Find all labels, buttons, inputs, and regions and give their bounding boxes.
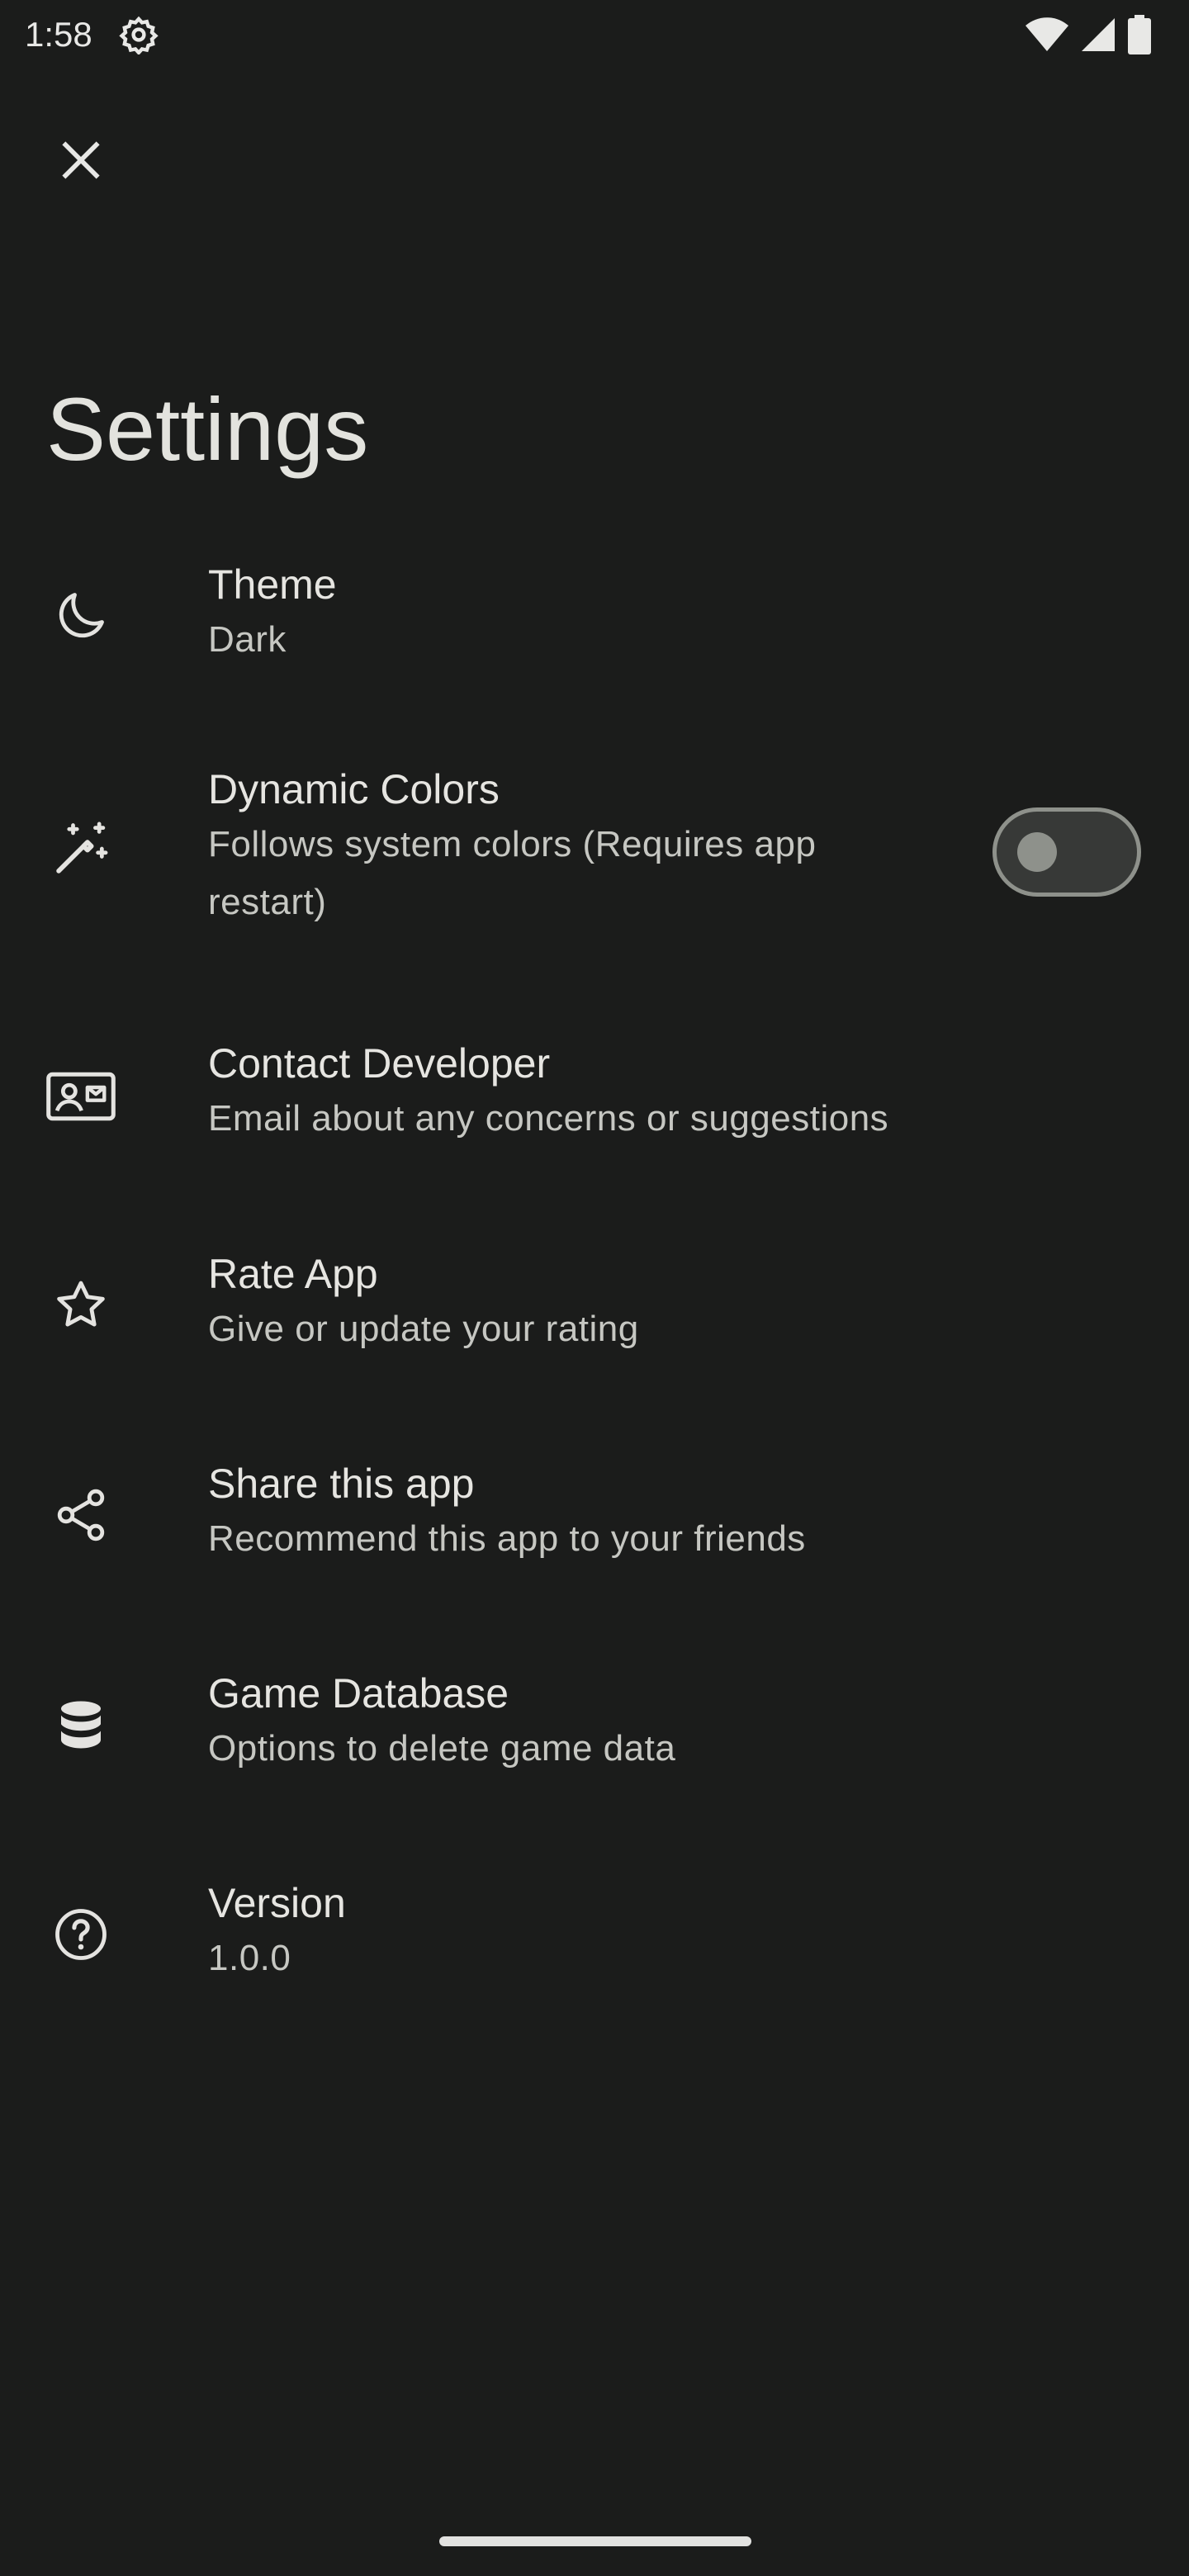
toggle-knob — [1017, 832, 1057, 872]
cellular-signal-icon — [1080, 17, 1116, 53]
status-bar: 1:58 — [0, 0, 1189, 69]
database-icon — [40, 1683, 122, 1766]
setting-dynamic-colors-title: Dynamic Colors — [208, 766, 500, 812]
battery-icon — [1128, 15, 1151, 54]
setting-version[interactable]: Version 1.0.0 — [0, 1863, 1189, 2004]
moon-icon — [40, 575, 122, 657]
settings-gear-icon — [119, 15, 159, 56]
star-icon — [40, 1264, 122, 1347]
setting-theme[interactable]: Theme Dark — [0, 545, 1189, 685]
setting-share-app-subtitle: Recommend this app to your friends — [208, 1518, 806, 1559]
help-circle-icon — [40, 1893, 122, 1976]
setting-version-title: Version — [208, 1880, 346, 1926]
setting-rate-app[interactable]: Rate App Give or update your rating — [0, 1234, 1189, 1375]
setting-version-subtitle: 1.0.0 — [208, 1938, 291, 1978]
setting-contact-developer[interactable]: Contact Developer Email about any concer… — [0, 1024, 1189, 1164]
setting-share-app-title: Share this app — [208, 1461, 475, 1507]
status-time: 1:58 — [25, 15, 92, 54]
status-icons — [1026, 15, 1151, 54]
gesture-nav-handle[interactable] — [439, 2536, 751, 2546]
close-icon — [58, 137, 104, 187]
setting-game-database[interactable]: Game Database Options to delete game dat… — [0, 1654, 1189, 1794]
magic-wand-icon — [40, 807, 122, 890]
setting-game-database-subtitle: Options to delete game data — [208, 1728, 676, 1769]
contact-card-icon — [40, 1055, 122, 1138]
setting-share-app[interactable]: Share this app Recommend this app to you… — [0, 1444, 1189, 1584]
setting-theme-title: Theme — [208, 561, 337, 608]
setting-rate-app-title: Rate App — [208, 1251, 378, 1297]
setting-theme-subtitle: Dark — [208, 619, 287, 660]
setting-dynamic-colors-subtitle-line1: Follows system colors (Requires app — [208, 824, 817, 864]
close-button[interactable] — [40, 121, 122, 203]
setting-rate-app-subtitle: Give or update your rating — [208, 1309, 639, 1349]
page-title: Settings — [46, 379, 369, 479]
setting-contact-developer-title: Contact Developer — [208, 1040, 551, 1087]
setting-dynamic-colors-subtitle-line2: restart) — [208, 882, 327, 922]
dynamic-colors-toggle[interactable] — [992, 807, 1141, 897]
setting-game-database-title: Game Database — [208, 1670, 509, 1717]
share-icon — [40, 1474, 122, 1556]
wifi-icon — [1026, 17, 1068, 53]
setting-contact-developer-subtitle: Email about any concerns or suggestions — [208, 1098, 889, 1139]
